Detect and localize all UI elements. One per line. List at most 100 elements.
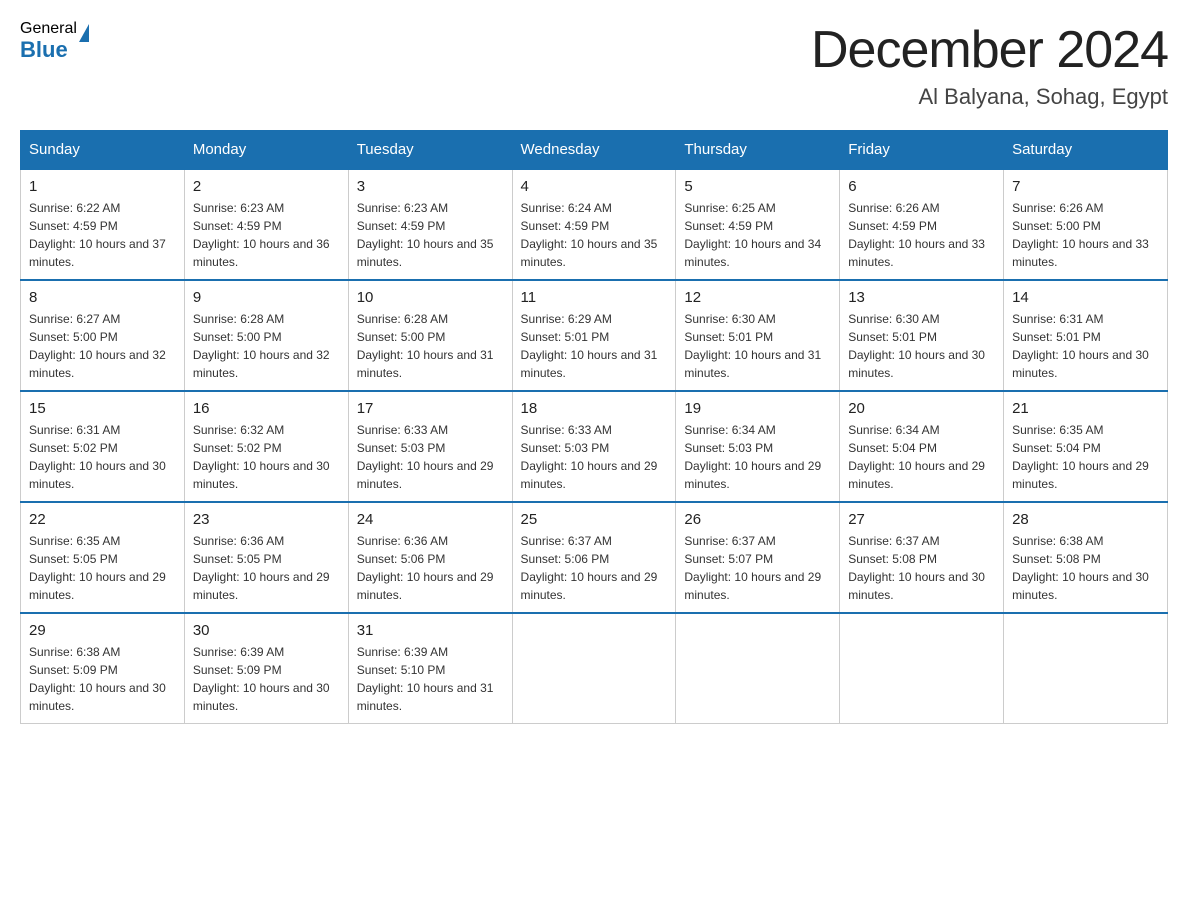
day-info: Sunrise: 6:24 AMSunset: 4:59 PMDaylight:… — [521, 199, 668, 271]
day-cell-15: 15Sunrise: 6:31 AMSunset: 5:02 PMDayligh… — [21, 391, 185, 502]
day-info: Sunrise: 6:35 AMSunset: 5:05 PMDaylight:… — [29, 532, 176, 604]
day-number: 7 — [1012, 178, 1159, 195]
day-number: 8 — [29, 289, 176, 306]
day-info: Sunrise: 6:31 AMSunset: 5:02 PMDaylight:… — [29, 421, 176, 493]
day-number: 27 — [848, 511, 995, 528]
day-info: Sunrise: 6:37 AMSunset: 5:08 PMDaylight:… — [848, 532, 995, 604]
day-number: 17 — [357, 400, 504, 417]
day-cell-6: 6 Sunrise: 6:26 AMSunset: 4:59 PMDaylight… — [840, 169, 1004, 280]
week-row-5: 29 Sunrise: 6:38 AMSunset: 5:09 PMDayligh… — [21, 613, 1168, 724]
day-number: 20 — [848, 400, 995, 417]
col-header-saturday: Saturday — [1004, 131, 1168, 170]
day-number: 28 — [1012, 511, 1159, 528]
day-info: Sunrise: 6:36 AMSunset: 5:06 PMDaylight:… — [357, 532, 504, 604]
day-number: 14 — [1012, 289, 1159, 306]
day-number: 30 — [193, 622, 340, 639]
col-header-tuesday: Tuesday — [348, 131, 512, 170]
day-number: 2 — [193, 178, 340, 195]
day-number: 22 — [29, 511, 176, 528]
col-header-friday: Friday — [840, 131, 1004, 170]
day-info: Sunrise: 6:32 AMSunset: 5:02 PMDaylight:… — [193, 421, 340, 493]
month-title: December 2024 — [811, 20, 1168, 80]
day-info: Sunrise: 6:23 AMSunset: 4:59 PMDaylight:… — [357, 199, 504, 271]
day-number: 21 — [1012, 400, 1159, 417]
page-header: General Blue December 2024 Al Balyana, S… — [20, 20, 1168, 110]
day-info: Sunrise: 6:35 AMSunset: 5:04 PMDaylight:… — [1012, 421, 1159, 493]
day-number: 9 — [193, 289, 340, 306]
day-cell-2: 2 Sunrise: 6:23 AMSunset: 4:59 PMDaylight… — [184, 169, 348, 280]
day-info: Sunrise: 6:26 AMSunset: 4:59 PMDaylight:… — [848, 199, 995, 271]
day-info: Sunrise: 6:37 AMSunset: 5:06 PMDaylight:… — [521, 532, 668, 604]
week-row-1: 1 Sunrise: 6:22 AMSunset: 4:59 PMDaylight… — [21, 169, 1168, 280]
day-number: 18 — [521, 400, 668, 417]
day-info: Sunrise: 6:30 AMSunset: 5:01 PMDaylight:… — [848, 310, 995, 382]
day-cell-20: 20 Sunrise: 6:34 AMSunset: 5:04 PMDayligh… — [840, 391, 1004, 502]
day-cell-1: 1 Sunrise: 6:22 AMSunset: 4:59 PMDaylight… — [21, 169, 185, 280]
day-number: 31 — [357, 622, 504, 639]
day-number: 6 — [848, 178, 995, 195]
empty-cell — [840, 613, 1004, 724]
day-cell-17: 17Sunrise: 6:33 AMSunset: 5:03 PMDayligh… — [348, 391, 512, 502]
day-cell-19: 19Sunrise: 6:34 AMSunset: 5:03 PMDayligh… — [676, 391, 840, 502]
logo: General Blue — [20, 20, 89, 62]
col-header-thursday: Thursday — [676, 131, 840, 170]
day-info: Sunrise: 6:39 AMSunset: 5:10 PMDaylight:… — [357, 643, 504, 715]
day-cell-18: 18Sunrise: 6:33 AMSunset: 5:03 PMDayligh… — [512, 391, 676, 502]
day-info: Sunrise: 6:38 AMSunset: 5:08 PMDaylight:… — [1012, 532, 1159, 604]
day-number: 5 — [684, 178, 831, 195]
day-number: 29 — [29, 622, 176, 639]
day-number: 3 — [357, 178, 504, 195]
logo-blue: Blue — [20, 38, 77, 62]
col-header-sunday: Sunday — [21, 131, 185, 170]
day-info: Sunrise: 6:37 AMSunset: 5:07 PMDaylight:… — [684, 532, 831, 604]
day-cell-30: 30 Sunrise: 6:39 AMSunset: 5:09 PMDayligh… — [184, 613, 348, 724]
day-info: Sunrise: 6:31 AMSunset: 5:01 PMDaylight:… — [1012, 310, 1159, 382]
day-info: Sunrise: 6:36 AMSunset: 5:05 PMDaylight:… — [193, 532, 340, 604]
day-number: 26 — [684, 511, 831, 528]
day-cell-14: 14 Sunrise: 6:31 AMSunset: 5:01 PMDayligh… — [1004, 280, 1168, 391]
day-info: Sunrise: 6:39 AMSunset: 5:09 PMDaylight:… — [193, 643, 340, 715]
day-cell-25: 25Sunrise: 6:37 AMSunset: 5:06 PMDayligh… — [512, 502, 676, 613]
title-section: December 2024 Al Balyana, Sohag, Egypt — [811, 20, 1168, 110]
col-header-wednesday: Wednesday — [512, 131, 676, 170]
logo-triangle-icon — [79, 24, 89, 42]
day-info: Sunrise: 6:29 AMSunset: 5:01 PMDaylight:… — [521, 310, 668, 382]
day-cell-16: 16 Sunrise: 6:32 AMSunset: 5:02 PMDayligh… — [184, 391, 348, 502]
day-info: Sunrise: 6:23 AMSunset: 4:59 PMDaylight:… — [193, 199, 340, 271]
day-info: Sunrise: 6:22 AMSunset: 4:59 PMDaylight:… — [29, 199, 176, 271]
day-cell-10: 10Sunrise: 6:28 AMSunset: 5:00 PMDayligh… — [348, 280, 512, 391]
day-number: 12 — [684, 289, 831, 306]
day-info: Sunrise: 6:34 AMSunset: 5:04 PMDaylight:… — [848, 421, 995, 493]
day-number: 19 — [684, 400, 831, 417]
day-number: 23 — [193, 511, 340, 528]
week-row-2: 8Sunrise: 6:27 AMSunset: 5:00 PMDaylight… — [21, 280, 1168, 391]
logo-icon: General Blue — [20, 20, 89, 62]
day-cell-29: 29 Sunrise: 6:38 AMSunset: 5:09 PMDayligh… — [21, 613, 185, 724]
day-info: Sunrise: 6:25 AMSunset: 4:59 PMDaylight:… — [684, 199, 831, 271]
day-number: 24 — [357, 511, 504, 528]
day-info: Sunrise: 6:28 AMSunset: 5:00 PMDaylight:… — [357, 310, 504, 382]
empty-cell — [512, 613, 676, 724]
day-cell-28: 28 Sunrise: 6:38 AMSunset: 5:08 PMDayligh… — [1004, 502, 1168, 613]
location-title: Al Balyana, Sohag, Egypt — [811, 84, 1168, 110]
day-number: 4 — [521, 178, 668, 195]
day-number: 16 — [193, 400, 340, 417]
day-number: 1 — [29, 178, 176, 195]
day-cell-4: 4 Sunrise: 6:24 AMSunset: 4:59 PMDaylight… — [512, 169, 676, 280]
empty-cell — [1004, 613, 1168, 724]
day-cell-24: 24 Sunrise: 6:36 AMSunset: 5:06 PMDayligh… — [348, 502, 512, 613]
empty-cell — [676, 613, 840, 724]
day-cell-5: 5 Sunrise: 6:25 AMSunset: 4:59 PMDaylight… — [676, 169, 840, 280]
day-cell-27: 27 Sunrise: 6:37 AMSunset: 5:08 PMDayligh… — [840, 502, 1004, 613]
col-header-monday: Monday — [184, 131, 348, 170]
day-info: Sunrise: 6:30 AMSunset: 5:01 PMDaylight:… — [684, 310, 831, 382]
day-info: Sunrise: 6:38 AMSunset: 5:09 PMDaylight:… — [29, 643, 176, 715]
day-number: 13 — [848, 289, 995, 306]
day-info: Sunrise: 6:28 AMSunset: 5:00 PMDaylight:… — [193, 310, 340, 382]
day-cell-3: 3 Sunrise: 6:23 AMSunset: 4:59 PMDaylight… — [348, 169, 512, 280]
calendar-header-row: SundayMondayTuesdayWednesdayThursdayFrid… — [21, 131, 1168, 170]
day-cell-12: 12 Sunrise: 6:30 AMSunset: 5:01 PMDayligh… — [676, 280, 840, 391]
logo-general: General — [20, 20, 77, 38]
day-info: Sunrise: 6:26 AMSunset: 5:00 PMDaylight:… — [1012, 199, 1159, 271]
logo-text: General Blue — [20, 20, 77, 62]
